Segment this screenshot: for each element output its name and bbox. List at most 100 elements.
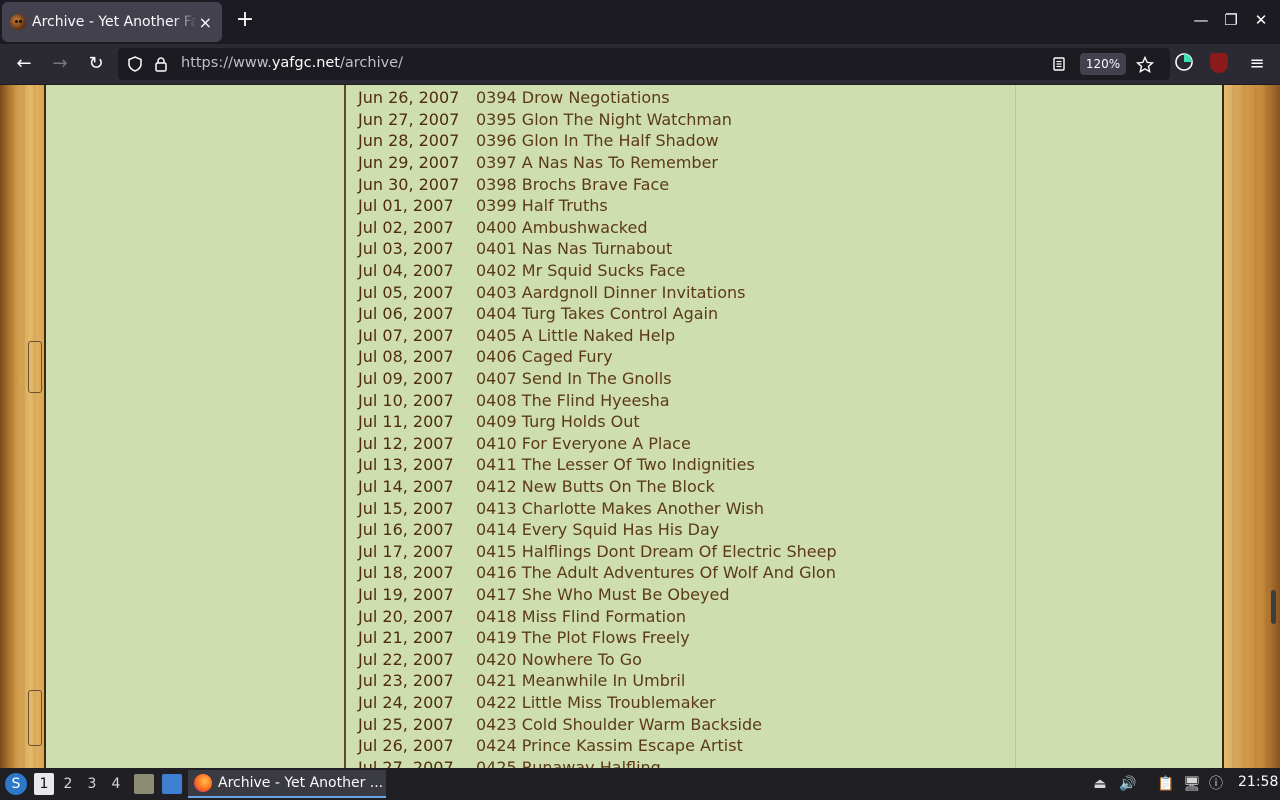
workspace-3-button[interactable]: 3 <box>82 773 102 795</box>
site-favicon-icon <box>10 14 26 30</box>
archive-row: Jul 21, 2007 0419 The Plot Flows Freely <box>358 627 837 649</box>
comic-link[interactable]: 0416 The Adult Adventures Of Wolf And Gl… <box>476 563 836 582</box>
comic-link[interactable]: 0407 Send In The Gnolls <box>476 369 672 388</box>
comic-link[interactable]: 0424 Prince Kassim Escape Artist <box>476 736 743 755</box>
firefox-icon <box>194 774 212 792</box>
comic-link[interactable]: 0414 Every Squid Has His Day <box>476 520 719 539</box>
archive-row: Jul 01, 2007 0399 Half Truths <box>358 195 837 217</box>
maximize-button[interactable]: ❐ <box>1221 11 1241 29</box>
comic-link[interactable]: 0415 Halflings Dont Dream Of Electric Sh… <box>476 542 837 561</box>
extension-icon[interactable] <box>1172 52 1196 76</box>
archive-date: Jul 10, 2007 <box>358 390 454 410</box>
start-menu-icon[interactable]: S <box>5 773 27 795</box>
comic-link[interactable]: 0398 Brochs Brave Face <box>476 175 669 194</box>
archive-date: Jul 24, 2007 <box>358 692 454 712</box>
archive-date: Jul 01, 2007 <box>358 196 454 216</box>
ublock-icon[interactable] <box>1210 53 1228 73</box>
comic-link[interactable]: 0402 Mr Squid Sucks Face <box>476 261 685 280</box>
archive-date: Jul 15, 2007 <box>358 498 454 518</box>
comic-link[interactable]: 0395 Glon The Night Watchman <box>476 110 732 129</box>
archive-row: Jul 18, 2007 0416 The Adult Adventures Of… <box>358 562 837 584</box>
file-manager-icon[interactable] <box>134 774 154 794</box>
comic-link[interactable]: 0403 Aardgnoll Dinner Invitations <box>476 283 745 302</box>
zoom-level-badge[interactable]: 120% <box>1080 53 1126 75</box>
archive-date: Jul 26, 2007 <box>358 736 454 756</box>
archive-date: Jul 03, 2007 <box>358 239 454 259</box>
archive-row: Jul 17, 2007 0415 Halflings Dont Dream Of… <box>358 540 837 562</box>
comic-link[interactable]: 0420 Nowhere To Go <box>476 650 642 669</box>
reload-button[interactable]: ↻ <box>84 52 108 76</box>
comic-link[interactable]: 0396 Glon In The Half Shadow <box>476 131 719 150</box>
navigation-toolbar: ← → ↻ https://www.yafgc.net/archive/ 120… <box>0 44 1280 107</box>
comic-link[interactable]: 0423 Cold Shoulder Warm Backside <box>476 715 762 734</box>
comic-link[interactable]: 0406 Caged Fury <box>476 347 613 366</box>
comic-link[interactable]: 0419 The Plot Flows Freely <box>476 628 690 647</box>
workspace-1-button[interactable]: 1 <box>34 773 54 795</box>
comic-link[interactable]: 0399 Half Truths <box>476 196 608 215</box>
network-icon[interactable]: 🖥 <box>1182 774 1202 794</box>
comic-link[interactable]: 0408 The Flind Hyeesha <box>476 391 670 410</box>
archive-date: Jul 14, 2007 <box>358 476 454 496</box>
tracking-protection-shield-icon[interactable] <box>127 56 143 72</box>
archive-date: Jul 22, 2007 <box>358 649 454 669</box>
archive-row: Jun 29, 2007 0397 A Nas Nas To Remember <box>358 152 837 174</box>
volume-icon[interactable]: 🔊 <box>1118 774 1138 794</box>
url-bar[interactable]: https://www.yafgc.net/archive/ 120% <box>118 48 1170 80</box>
comic-link[interactable]: 0411 The Lesser Of Two Indignities <box>476 455 755 474</box>
archive-date: Jul 16, 2007 <box>358 520 454 540</box>
archive-date: Jul 09, 2007 <box>358 369 454 389</box>
archive-row: Jul 10, 2007 0408 The Flind Hyeesha <box>358 389 837 411</box>
page-scrollbar-thumb[interactable] <box>1271 590 1276 624</box>
archive-row: Jul 07, 2007 0405 A Little Naked Help <box>358 325 837 347</box>
comic-link[interactable]: 0425 Runaway Halfling <box>476 758 661 768</box>
close-window-button[interactable]: ✕ <box>1251 11 1271 29</box>
workspace-2-button[interactable]: 2 <box>58 773 78 795</box>
archive-row: Jul 19, 2007 0417 She Who Must Be Obeyed <box>358 584 837 606</box>
back-button[interactable]: ← <box>12 52 36 76</box>
forward-button[interactable]: → <box>48 52 72 76</box>
comic-link[interactable]: 0417 She Who Must Be Obeyed <box>476 585 729 604</box>
archive-row: Jul 09, 2007 0407 Send In The Gnolls <box>358 368 837 390</box>
archive-row: Jul 20, 2007 0418 Miss Flind Formation <box>358 605 837 627</box>
archive-date: Jul 19, 2007 <box>358 584 454 604</box>
workspace-4-button[interactable]: 4 <box>106 773 126 795</box>
comic-link[interactable]: 0418 Miss Flind Formation <box>476 607 686 626</box>
comic-link[interactable]: 0421 Meanwhile In Umbril <box>476 671 685 690</box>
archive-row: Jul 23, 2007 0421 Meanwhile In Umbril <box>358 670 837 692</box>
comic-link[interactable]: 0405 A Little Naked Help <box>476 326 675 345</box>
tab-archive[interactable]: Archive - Yet Another Fantasy Gamer Comi… <box>2 2 222 42</box>
notification-icon[interactable]: ⓘ <box>1206 774 1226 794</box>
comic-link[interactable]: 0409 Turg Holds Out <box>476 412 640 431</box>
menu-icon[interactable]: ≡ <box>1245 52 1269 76</box>
tab-close-icon[interactable]: × <box>197 13 214 32</box>
bookmark-star-icon[interactable] <box>1135 55 1155 74</box>
lock-icon[interactable] <box>153 56 169 72</box>
archive-row: Jul 27, 2007 0425 Runaway Halfling <box>358 756 837 768</box>
archive-row: Jul 08, 2007 0406 Caged Fury <box>358 346 837 368</box>
page-viewport[interactable]: Jun 26, 2007 0394 Drow Negotiations Jun 27… <box>0 85 1280 768</box>
new-tab-button[interactable]: + <box>234 9 256 32</box>
comic-link[interactable]: 0413 Charlotte Makes Another Wish <box>476 499 764 518</box>
comic-link[interactable]: 0404 Turg Takes Control Again <box>476 304 718 323</box>
comic-link[interactable]: 0422 Little Miss Troublemaker <box>476 693 716 712</box>
clock: 21:58 <box>1238 774 1279 790</box>
minimize-button[interactable]: — <box>1191 11 1211 29</box>
archive-row: Jul 16, 2007 0414 Every Squid Has His Day <box>358 519 837 541</box>
comic-link[interactable]: 0401 Nas Nas Turnabout <box>476 239 672 258</box>
comic-link[interactable]: 0412 New Butts On The Block <box>476 477 715 496</box>
taskbar-window-label: Archive - Yet Another ... <box>218 775 384 791</box>
clipboard-icon[interactable]: 📋 <box>1156 774 1176 794</box>
archive-date: Jun 30, 2007 <box>358 174 460 194</box>
tray-eject-icon[interactable]: ⏏ <box>1090 774 1110 794</box>
archive-date: Jun 29, 2007 <box>358 153 460 173</box>
comic-link[interactable]: 0397 A Nas Nas To Remember <box>476 153 718 172</box>
reader-view-icon[interactable] <box>1051 56 1067 72</box>
comic-link[interactable]: 0400 Ambushwacked <box>476 218 648 237</box>
comic-link[interactable]: 0394 Drow Negotiations <box>476 88 670 107</box>
archive-row: Jun 26, 2007 0394 Drow Negotiations <box>358 87 837 109</box>
archive-row: Jul 02, 2007 0400 Ambushwacked <box>358 217 837 239</box>
taskbar-window-firefox[interactable]: Archive - Yet Another ... <box>188 770 386 798</box>
url-text[interactable]: https://www.yafgc.net/archive/ <box>181 55 403 71</box>
desktop-icon[interactable] <box>162 774 182 794</box>
comic-link[interactable]: 0410 For Everyone A Place <box>476 434 691 453</box>
